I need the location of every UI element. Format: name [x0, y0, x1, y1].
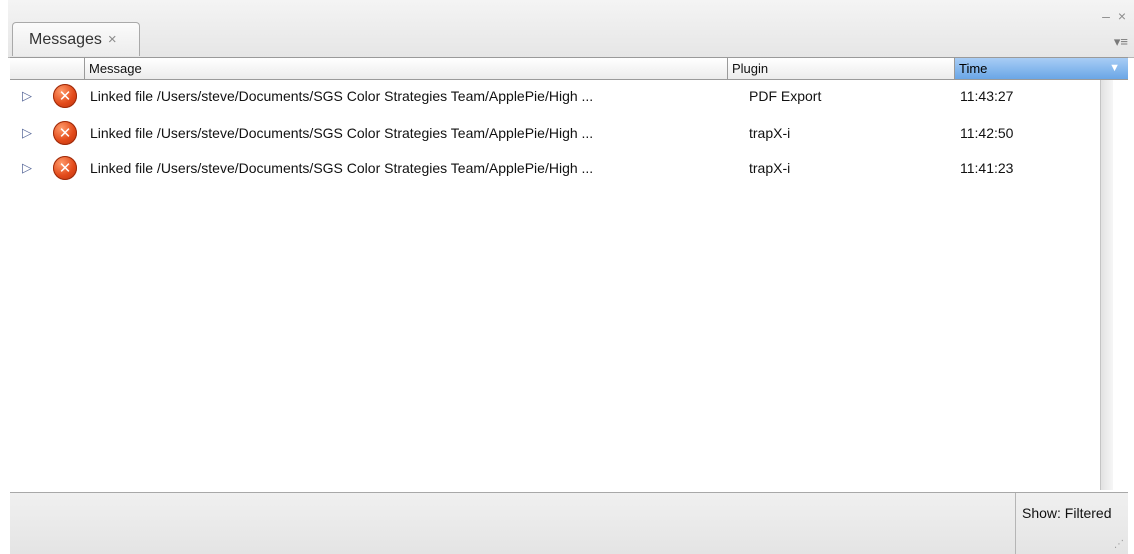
- header-time[interactable]: Time ▼: [955, 58, 1128, 79]
- message-text: Linked file /Users/steve/Documents/SGS C…: [90, 88, 594, 104]
- tab-close-icon[interactable]: ×: [108, 31, 117, 48]
- panel-titlebar: Messages × – × ▾≡: [8, 0, 1134, 58]
- error-icon: ✕: [53, 84, 77, 108]
- error-icon: ✕: [53, 121, 77, 145]
- time-text: 11:43:27: [960, 88, 1014, 104]
- time-text: 11:42:50: [960, 125, 1014, 141]
- header-icon-column[interactable]: [10, 58, 85, 79]
- panel-menu-icon[interactable]: ▾≡: [1114, 34, 1128, 50]
- panel-footer: Show: Filtered ⋰: [10, 492, 1128, 554]
- window-controls[interactable]: – ×: [1102, 8, 1128, 24]
- sort-descending-icon: ▼: [1109, 62, 1120, 74]
- vertical-scrollbar[interactable]: [1100, 80, 1113, 490]
- disclosure-triangle-icon[interactable]: ▷: [22, 152, 36, 184]
- header-plugin[interactable]: Plugin: [728, 58, 955, 79]
- header-message[interactable]: Message: [85, 58, 728, 79]
- resize-grip-icon[interactable]: ⋰: [1114, 539, 1124, 550]
- table-row[interactable]: ▷ ✕ Linked file /Users/steve/Documents/S…: [10, 80, 1100, 112]
- header-time-label: Time: [959, 61, 988, 76]
- plugin-text: PDF Export: [749, 88, 822, 104]
- message-text: Linked file /Users/steve/Documents/SGS C…: [90, 160, 594, 176]
- error-icon: ✕: [53, 156, 77, 180]
- plugin-text: trapX-i: [749, 160, 791, 176]
- show-filter-label: Show: Filtered: [1022, 505, 1112, 521]
- disclosure-triangle-icon[interactable]: ▷: [22, 117, 36, 149]
- table-header: Message Plugin Time ▼: [10, 57, 1128, 80]
- tab-messages[interactable]: Messages ×: [12, 22, 140, 56]
- disclosure-triangle-icon[interactable]: ▷: [22, 80, 36, 112]
- tab-label: Messages: [29, 30, 102, 48]
- table-row[interactable]: ▷ ✕ Linked file /Users/steve/Documents/S…: [10, 117, 1100, 149]
- plugin-text: trapX-i: [749, 125, 791, 141]
- message-list: ▷ ✕ Linked file /Users/steve/Documents/S…: [10, 80, 1100, 490]
- show-filter-dropdown[interactable]: Show: Filtered: [1015, 493, 1128, 554]
- table-row[interactable]: ▷ ✕ Linked file /Users/steve/Documents/S…: [10, 152, 1100, 184]
- time-text: 11:41:23: [960, 160, 1014, 176]
- message-text: Linked file /Users/steve/Documents/SGS C…: [90, 125, 594, 141]
- messages-panel: Messages × – × ▾≡ Message Plugin Time ▼ …: [8, 0, 1134, 554]
